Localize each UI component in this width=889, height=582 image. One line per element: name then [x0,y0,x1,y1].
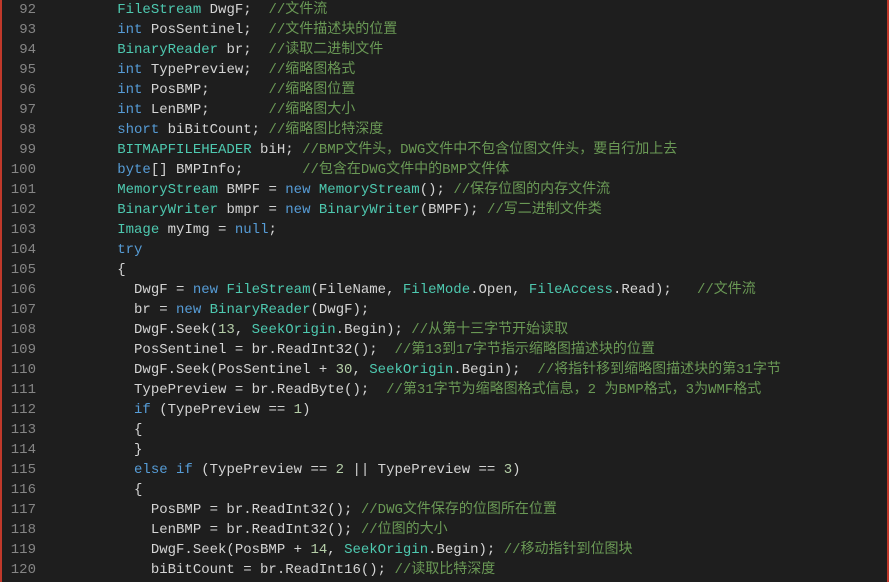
line-number: 99 [6,140,36,160]
code-line[interactable]: biBitCount = br.ReadInt16(); //读取比特深度 [50,560,887,580]
code-line[interactable]: DwgF.Seek(PosBMP + 14, SeekOrigin.Begin)… [50,540,887,560]
line-number: 104 [6,240,36,260]
code-line[interactable]: PosBMP = br.ReadInt32(); //DWG文件保存的位图所在位… [50,500,887,520]
code-line[interactable]: short biBitCount; //缩略图比特深度 [50,120,887,140]
code-line[interactable]: DwgF.Seek(13, SeekOrigin.Begin); //从第十三字… [50,320,887,340]
code-editor[interactable]: 9293949596979899100101102103104105106107… [0,0,889,582]
code-line[interactable]: try [50,240,887,260]
code-line[interactable]: DwgF.Seek(PosSentinel + 30, SeekOrigin.B… [50,360,887,380]
line-number: 108 [6,320,36,340]
code-line[interactable]: br = new BinaryReader(DwgF); [50,300,887,320]
line-number: 109 [6,340,36,360]
line-number: 114 [6,440,36,460]
code-line[interactable]: FileStream DwgF; //文件流 [50,0,887,20]
code-line[interactable]: TypePreview = br.ReadByte(); //第31字节为缩略图… [50,380,887,400]
code-line[interactable]: int PosBMP; //缩略图位置 [50,80,887,100]
line-number: 116 [6,480,36,500]
code-content-area[interactable]: FileStream DwgF; //文件流 int PosSentinel; … [46,0,887,582]
line-number: 92 [6,0,36,20]
code-line[interactable]: { [50,420,887,440]
code-line[interactable]: else if (TypePreview == 2 || TypePreview… [50,460,887,480]
code-line[interactable]: DwgF = new FileStream(FileName, FileMode… [50,280,887,300]
code-line[interactable]: byte[] BMPInfo; //包含在DWG文件中的BMP文件体 [50,160,887,180]
code-line[interactable]: LenBMP = br.ReadInt32(); //位图的大小 [50,520,887,540]
line-number-gutter: 9293949596979899100101102103104105106107… [2,0,46,582]
line-number: 100 [6,160,36,180]
code-line[interactable]: } [50,440,887,460]
line-number: 94 [6,40,36,60]
line-number: 117 [6,500,36,520]
code-line[interactable]: PosSentinel = br.ReadInt32(); //第13到17字节… [50,340,887,360]
line-number: 107 [6,300,36,320]
code-line[interactable]: int PosSentinel; //文件描述块的位置 [50,20,887,40]
line-number: 119 [6,540,36,560]
line-number: 93 [6,20,36,40]
code-line[interactable]: Image myImg = null; [50,220,887,240]
line-number: 106 [6,280,36,300]
line-number: 110 [6,360,36,380]
code-line[interactable]: BinaryWriter bmpr = new BinaryWriter(BMP… [50,200,887,220]
line-number: 97 [6,100,36,120]
line-number: 103 [6,220,36,240]
code-line[interactable]: MemoryStream BMPF = new MemoryStream(); … [50,180,887,200]
line-number: 98 [6,120,36,140]
line-number: 105 [6,260,36,280]
line-number: 102 [6,200,36,220]
code-line[interactable]: int TypePreview; //缩略图格式 [50,60,887,80]
line-number: 113 [6,420,36,440]
code-line[interactable]: BinaryReader br; //读取二进制文件 [50,40,887,60]
line-number: 101 [6,180,36,200]
code-line[interactable]: { [50,260,887,280]
line-number: 96 [6,80,36,100]
line-number: 112 [6,400,36,420]
code-line[interactable]: BITMAPFILEHEADER biH; //BMP文件头，DWG文件中不包含… [50,140,887,160]
code-line[interactable]: { [50,480,887,500]
code-line[interactable]: int LenBMP; //缩略图大小 [50,100,887,120]
line-number: 118 [6,520,36,540]
line-number: 120 [6,560,36,580]
line-number: 111 [6,380,36,400]
code-line[interactable]: if (TypePreview == 1) [50,400,887,420]
line-number: 115 [6,460,36,480]
line-number: 95 [6,60,36,80]
